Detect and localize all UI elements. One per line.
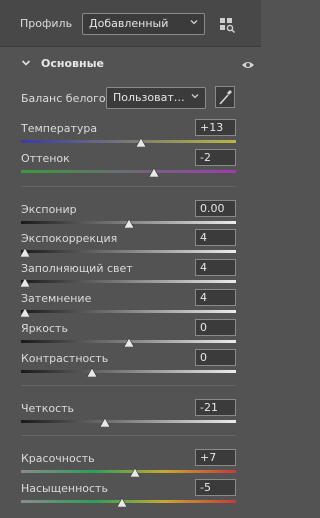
- eyedropper-icon: [219, 90, 232, 105]
- slider-value-input[interactable]: -5: [195, 479, 236, 496]
- section-header[interactable]: [0, 46, 261, 82]
- slider-value-input[interactable]: +7: [195, 449, 236, 466]
- slider-label: Насыщенность: [21, 482, 108, 495]
- slider-track[interactable]: [21, 370, 236, 373]
- slider-label: Красочность: [21, 452, 95, 465]
- slider-track[interactable]: [21, 310, 236, 313]
- profile-value: Добавленный: [89, 17, 169, 30]
- slider-track[interactable]: [21, 140, 236, 143]
- slider-label: Оттенок: [21, 152, 70, 165]
- slider-thumb[interactable]: [86, 368, 97, 377]
- slider-thumb[interactable]: [136, 138, 147, 147]
- white-balance-select[interactable]: Пользоват…: [106, 87, 206, 109]
- slider-thumb[interactable]: [117, 498, 128, 507]
- chevron-down-icon[interactable]: [21, 58, 31, 68]
- slider-track[interactable]: [21, 420, 236, 423]
- slider-value-input[interactable]: -21: [195, 399, 236, 416]
- slider-thumb[interactable]: [20, 278, 31, 287]
- slider-track[interactable]: [21, 470, 236, 473]
- slider-label: Контрастность: [21, 352, 109, 365]
- slider-thumb[interactable]: [99, 418, 110, 427]
- slider-value-input[interactable]: -2: [195, 149, 236, 166]
- slider-label: Экспонир: [21, 203, 77, 216]
- slider-value-input[interactable]: 4: [195, 289, 236, 306]
- slider-track[interactable]: [21, 500, 236, 503]
- slider-thumb[interactable]: [149, 168, 160, 177]
- chevron-down-icon: [190, 20, 198, 25]
- white-balance-label: Баланс белого: [21, 92, 106, 105]
- grid-search-icon[interactable]: [219, 17, 235, 33]
- slider-track[interactable]: [21, 170, 236, 173]
- chevron-down-icon: [191, 94, 199, 99]
- slider-value-input[interactable]: 4: [195, 259, 236, 276]
- eye-icon[interactable]: [241, 60, 255, 70]
- slider-value-input[interactable]: 0: [195, 349, 236, 366]
- section-title: Основные: [41, 57, 104, 70]
- slider-thumb[interactable]: [129, 468, 140, 477]
- slider-label: Затемнение: [21, 292, 92, 305]
- profile-label: Профиль: [20, 17, 73, 30]
- divider: [21, 186, 236, 187]
- slider-value-input[interactable]: 0.00: [195, 200, 236, 217]
- slider-label: Четкость: [21, 402, 75, 415]
- slider-label: Экспокоррекция: [21, 232, 118, 245]
- slider-label: Температура: [21, 122, 98, 135]
- slider-label: Яркость: [21, 322, 68, 335]
- slider-value-input[interactable]: 4: [195, 229, 236, 246]
- slider-value-input[interactable]: +13: [195, 119, 236, 136]
- slider-value-input[interactable]: 0: [195, 319, 236, 336]
- slider-thumb[interactable]: [123, 338, 134, 347]
- slider-thumb[interactable]: [123, 219, 134, 228]
- eyedropper-button[interactable]: [215, 86, 235, 108]
- slider-thumb[interactable]: [20, 308, 31, 317]
- divider: [21, 435, 236, 436]
- divider: [21, 385, 236, 386]
- slider-track[interactable]: [21, 280, 236, 283]
- slider-track[interactable]: [21, 250, 236, 253]
- profile-select[interactable]: Добавленный: [82, 13, 205, 35]
- slider-label: Заполняющий свет: [21, 262, 133, 275]
- white-balance-value: Пользоват…: [113, 91, 185, 104]
- slider-thumb[interactable]: [20, 248, 31, 257]
